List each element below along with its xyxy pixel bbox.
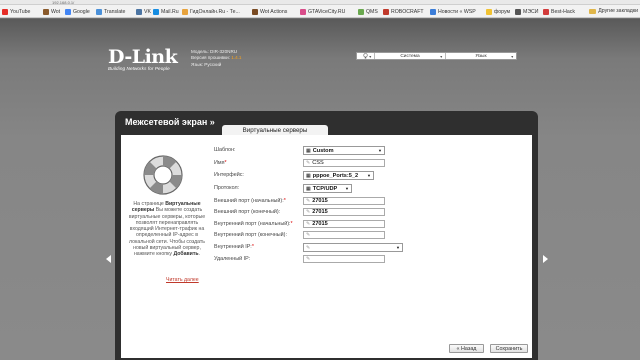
- top-menu: ▼ Система ▼ Язык ▼: [356, 52, 517, 60]
- device-info: Модель: DIR-320NRU Версия прошивки: 1.4.…: [191, 49, 241, 68]
- int-port-end-label: Внутренний порт (конечный):: [214, 232, 287, 238]
- google-icon: [65, 9, 71, 15]
- help-text: На странице Виртуальные серверы Вы может…: [128, 201, 206, 258]
- pencil-icon: ✎: [306, 160, 311, 166]
- int-port-start-field[interactable]: ✎ 27015: [303, 220, 385, 228]
- qms-icon: [358, 9, 364, 15]
- youtube-icon: [2, 9, 8, 15]
- besthack-icon: [543, 9, 549, 15]
- pencil-icon: ✎: [306, 221, 311, 227]
- bookmark-translate[interactable]: Translate: [96, 8, 125, 16]
- template-select[interactable]: ▦ Custom ▼: [303, 146, 385, 155]
- bookmark-gtavicecity[interactable]: GTAViceCity.RU: [300, 8, 345, 16]
- remote-ip-field[interactable]: ✎: [303, 255, 385, 263]
- ext-port-start-label: Внешний порт (начальный):*: [214, 198, 286, 204]
- wot-actions-icon: [252, 9, 258, 15]
- bookmark-wot-actions[interactable]: Wot Actions: [252, 8, 287, 16]
- protocol-label: Протокол:: [214, 185, 240, 191]
- vk-icon: [136, 9, 142, 15]
- bookmark-mesi[interactable]: МЭСИ: [515, 8, 539, 16]
- bookmark-forum[interactable]: форум: [486, 8, 510, 16]
- list-icon: ▦: [306, 147, 311, 154]
- tab-virtual-servers[interactable]: Виртуальные серверы: [222, 125, 328, 135]
- other-bookmarks[interactable]: Другие закладки: [589, 8, 638, 14]
- pencil-icon: ✎: [306, 232, 311, 238]
- ext-port-end-field[interactable]: ✎ 27015: [303, 208, 385, 216]
- chevron-down-icon: ▼: [396, 245, 400, 250]
- translate-icon: [96, 9, 102, 15]
- system-menu[interactable]: Система ▼: [375, 53, 446, 59]
- bookmark-gidonline[interactable]: ГидОнлайн.Ru - Те...: [182, 8, 240, 16]
- pencil-icon: ✎: [306, 244, 311, 251]
- wsp-icon: [430, 9, 436, 15]
- chevron-down-icon: ▼: [510, 55, 514, 59]
- bookmark-youtube[interactable]: YouTube: [2, 8, 30, 16]
- bookmark-robocraft[interactable]: ROBOCRAFT: [383, 8, 424, 16]
- pencil-icon: ✎: [306, 256, 311, 262]
- lightbulb-icon: [363, 53, 368, 59]
- bookmark-google[interactable]: Google: [65, 8, 90, 16]
- bookmark-wot[interactable]: Wot: [43, 8, 60, 16]
- chevron-down-icon: ▼: [378, 148, 382, 153]
- remote-ip-label: Удаленный IP:: [214, 256, 251, 262]
- list-icon: ▦: [306, 172, 311, 179]
- mail-icon: [153, 9, 159, 15]
- interface-label: Интерфейс:: [214, 172, 244, 178]
- nav-forward-arrow[interactable]: [543, 255, 548, 263]
- lifebuoy-icon: [143, 155, 183, 195]
- int-port-start-label: Внутренний порт (начальный):*: [214, 221, 293, 227]
- list-icon: ▦: [306, 185, 311, 192]
- chevron-down-icon: ▼: [439, 55, 443, 59]
- int-ip-label: Внутренний IP:*: [214, 244, 254, 250]
- wot-icon: [43, 9, 49, 15]
- save-button[interactable]: Сохранить: [490, 344, 528, 353]
- ext-port-end-label: Внешний порт (конечный):: [214, 209, 281, 215]
- pencil-icon: ✎: [306, 209, 311, 215]
- language-menu[interactable]: Язык ▼: [446, 53, 516, 60]
- int-ip-field[interactable]: ✎ ▼: [303, 243, 403, 252]
- ext-port-start-field[interactable]: ✎ 27015: [303, 197, 385, 205]
- bookmark-qms[interactable]: QMS: [358, 8, 378, 16]
- firmware-version: 1.4.1: [231, 55, 242, 61]
- bookmark-wsp[interactable]: Новости « WSP: [430, 8, 476, 16]
- name-label: Имя*: [214, 160, 227, 166]
- template-label: Шаблон:: [214, 147, 236, 153]
- chevron-down-icon: ▼: [367, 173, 371, 178]
- gta-icon: [300, 9, 306, 15]
- int-port-end-field[interactable]: ✎: [303, 231, 385, 239]
- help-button[interactable]: ▼: [357, 53, 375, 59]
- read-more-link[interactable]: Читать далее: [166, 277, 199, 283]
- bookmark-vk[interactable]: VK: [136, 8, 151, 16]
- settings-panel: Межсетевой экран » Виртуальные серверы Н…: [115, 111, 538, 360]
- bookmark-besthack[interactable]: Best-Hack: [543, 8, 575, 16]
- chevron-down-icon: ▼: [368, 55, 372, 59]
- panel-body: На странице Виртуальные серверы Вы может…: [121, 135, 532, 358]
- robocraft-icon: [383, 9, 389, 15]
- name-field[interactable]: ✎ CSS: [303, 159, 385, 167]
- panel-title: Межсетевой экран »: [125, 117, 215, 127]
- bookmark-mail[interactable]: Mail.Ru: [153, 8, 179, 16]
- pencil-icon: ✎: [306, 198, 311, 204]
- folder-icon: [589, 8, 597, 14]
- bookmarks-bar: YouTube Wot Google Translate VK Mail.Ru …: [0, 5, 640, 18]
- logo-wordmark: D-Link: [108, 46, 178, 68]
- logo-tagline: Building Networks for People: [108, 66, 170, 71]
- language-text: Язык: Русский: [191, 61, 222, 67]
- interface-select[interactable]: ▦ pppoe_Ports:5_2 ▼: [303, 171, 374, 180]
- dlink-logo: D-Link Building Networks for People: [108, 46, 178, 72]
- mesi-icon: [515, 9, 521, 15]
- firmware-line: Версия прошивки: 1.4.1: [191, 55, 242, 61]
- protocol-select[interactable]: ▦ TCP/UDP ▼: [303, 184, 352, 193]
- back-button[interactable]: « Назад: [449, 344, 484, 353]
- router-page: D-Link Building Networks for People Моде…: [0, 19, 640, 360]
- chevron-down-icon: ▼: [345, 186, 349, 191]
- nav-back-arrow[interactable]: [106, 255, 111, 263]
- forum-icon: [486, 9, 492, 15]
- gid-icon: [182, 9, 188, 15]
